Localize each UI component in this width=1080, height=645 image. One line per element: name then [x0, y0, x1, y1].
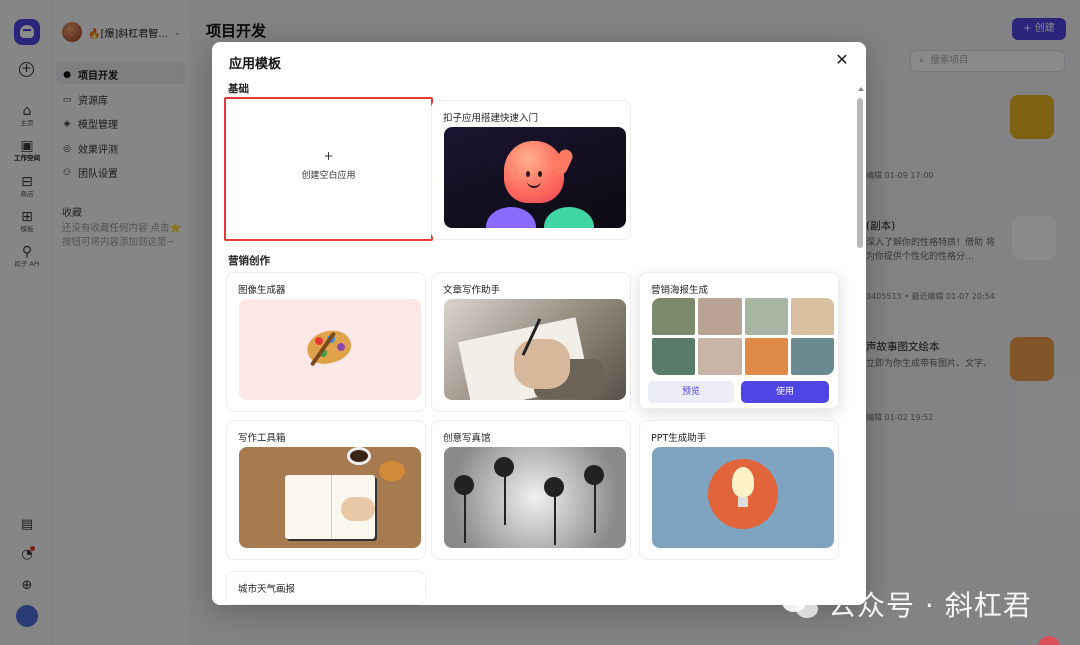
- poster-tile: [744, 338, 788, 375]
- poster-tile: [790, 298, 834, 335]
- template-image: [652, 298, 834, 375]
- modal-title: 应用模板: [229, 57, 282, 72]
- template-name: PPT生成助手: [651, 433, 707, 444]
- template-image: [444, 127, 626, 228]
- template-name: 创意写真馆: [443, 433, 491, 444]
- wechat-icon: [782, 588, 820, 620]
- template-card[interactable]: 图像生成器: [226, 272, 426, 412]
- poster-tile: [744, 298, 788, 335]
- template-image: [652, 447, 834, 548]
- template-name: 营销海报生成: [651, 285, 709, 296]
- section-title-marketing: 营销创作: [228, 255, 270, 267]
- template-card[interactable]: 文章写作助手: [431, 272, 631, 412]
- preview-button[interactable]: 预览: [648, 381, 734, 403]
- template-card[interactable]: 营销海报生成 预览 使用: [639, 272, 839, 409]
- template-name: 文章写作助手: [443, 285, 501, 296]
- poster-tile: [698, 298, 742, 335]
- poster-tile: [652, 298, 696, 335]
- watermark: 公众号 · 斜杠君: [782, 584, 1032, 624]
- plus-icon: +: [323, 149, 334, 163]
- poster-tile: [790, 338, 834, 375]
- create-blank-app-card[interactable]: + 创建空白应用: [224, 97, 433, 241]
- template-image: [239, 299, 421, 400]
- poster-tile: [698, 338, 742, 375]
- template-name: 扣子应用搭建快速入门: [443, 113, 539, 124]
- template-image: [444, 299, 626, 400]
- template-card[interactable]: 创意写真馆: [431, 420, 631, 560]
- template-name: 图像生成器: [238, 285, 286, 296]
- template-card[interactable]: PPT生成助手: [639, 420, 839, 560]
- template-image: [239, 447, 421, 548]
- template-card[interactable]: 城市天气画报: [226, 571, 426, 605]
- scroll-up-arrow[interactable]: [858, 87, 864, 91]
- use-button[interactable]: 使用: [741, 381, 829, 403]
- template-image: [444, 447, 626, 548]
- template-card[interactable]: 写作工具箱: [226, 420, 426, 560]
- poster-tile: [652, 338, 696, 375]
- template-name: 写作工具箱: [238, 433, 286, 444]
- section-title-basic: 基础: [228, 83, 249, 95]
- create-blank-app-label: 创建空白应用: [301, 171, 356, 181]
- close-icon[interactable]: ✕: [833, 51, 851, 69]
- template-name: 城市天气画报: [238, 584, 296, 595]
- template-modal: 应用模板 ✕ 基础 + 创建空白应用 扣子应用搭建快速入门 营销创作 图像生成器…: [212, 42, 866, 605]
- template-card[interactable]: 扣子应用搭建快速入门: [431, 100, 631, 240]
- scrollbar-thumb[interactable]: [857, 98, 863, 248]
